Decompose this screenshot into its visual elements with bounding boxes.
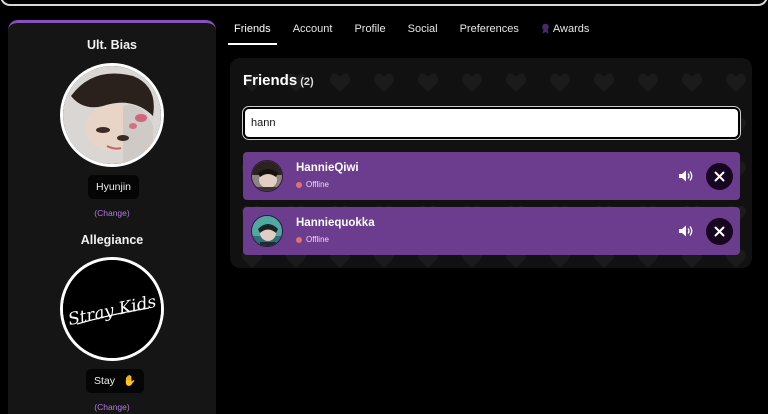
friend-status: Offline	[296, 235, 329, 244]
allegiance-avatar: Stray Kids	[60, 257, 164, 361]
offline-status-icon	[296, 236, 302, 243]
tab-awards-label: Awards	[552, 23, 590, 35]
speaker-icon[interactable]	[677, 167, 695, 185]
tab-account[interactable]: Account	[282, 17, 344, 45]
close-icon	[714, 171, 725, 182]
bias-name-chip: Hyunjin	[88, 175, 140, 199]
bias-photo	[63, 66, 161, 164]
friend-row: Hanniequokka Offline	[243, 207, 740, 255]
settings-tabs: Friends Account Profile Social Preferenc…	[228, 17, 600, 45]
friends-panel: Friends(2) HannieQiwi Offline	[230, 58, 752, 268]
offline-status-icon	[296, 181, 302, 188]
allegiance-name: Stay	[94, 375, 116, 387]
friend-avatar	[251, 160, 283, 192]
stray-kids-logo: Stray Kids	[63, 260, 161, 358]
close-icon	[714, 226, 725, 237]
tab-profile[interactable]: Profile	[343, 17, 396, 45]
bias-heading: Ult. Bias	[86, 38, 137, 52]
remove-friend-button[interactable]	[706, 218, 733, 245]
friend-status-text: Offline	[306, 235, 329, 244]
friend-status-text: Offline	[306, 180, 329, 189]
hand-emoji-icon: ✋	[122, 375, 137, 387]
friend-name: HannieQiwi	[296, 162, 359, 174]
profile-sidebar: Ult. Bias Hyunjin (Change) Allegiance St…	[8, 20, 216, 414]
friend-avatar	[251, 215, 283, 247]
friend-status: Offline	[296, 180, 329, 189]
bias-avatar	[60, 63, 164, 167]
friend-search-input[interactable]	[242, 106, 741, 140]
friends-title-text: Friends	[243, 72, 298, 89]
allegiance-heading: Allegiance	[80, 233, 144, 247]
friends-title: Friends (2)	[243, 72, 314, 89]
speaker-icon[interactable]	[677, 222, 695, 240]
remove-friend-button[interactable]	[706, 163, 733, 190]
friends-count: (2)	[300, 76, 314, 88]
tab-friends[interactable]: Friends	[228, 17, 277, 45]
friend-name: Hanniequokka	[296, 217, 375, 229]
tab-preferences[interactable]: Preferences	[449, 17, 530, 45]
change-allegiance-link[interactable]: (Change)	[8, 402, 216, 412]
tab-social[interactable]: Social	[397, 17, 449, 45]
tab-awards[interactable]: Awards	[530, 17, 600, 45]
change-bias-link[interactable]: (Change)	[8, 208, 216, 218]
top-frame	[0, 0, 768, 6]
friend-row: HannieQiwi Offline	[243, 152, 740, 200]
allegiance-chip: Stay ✋	[86, 369, 145, 393]
award-icon	[541, 23, 550, 37]
